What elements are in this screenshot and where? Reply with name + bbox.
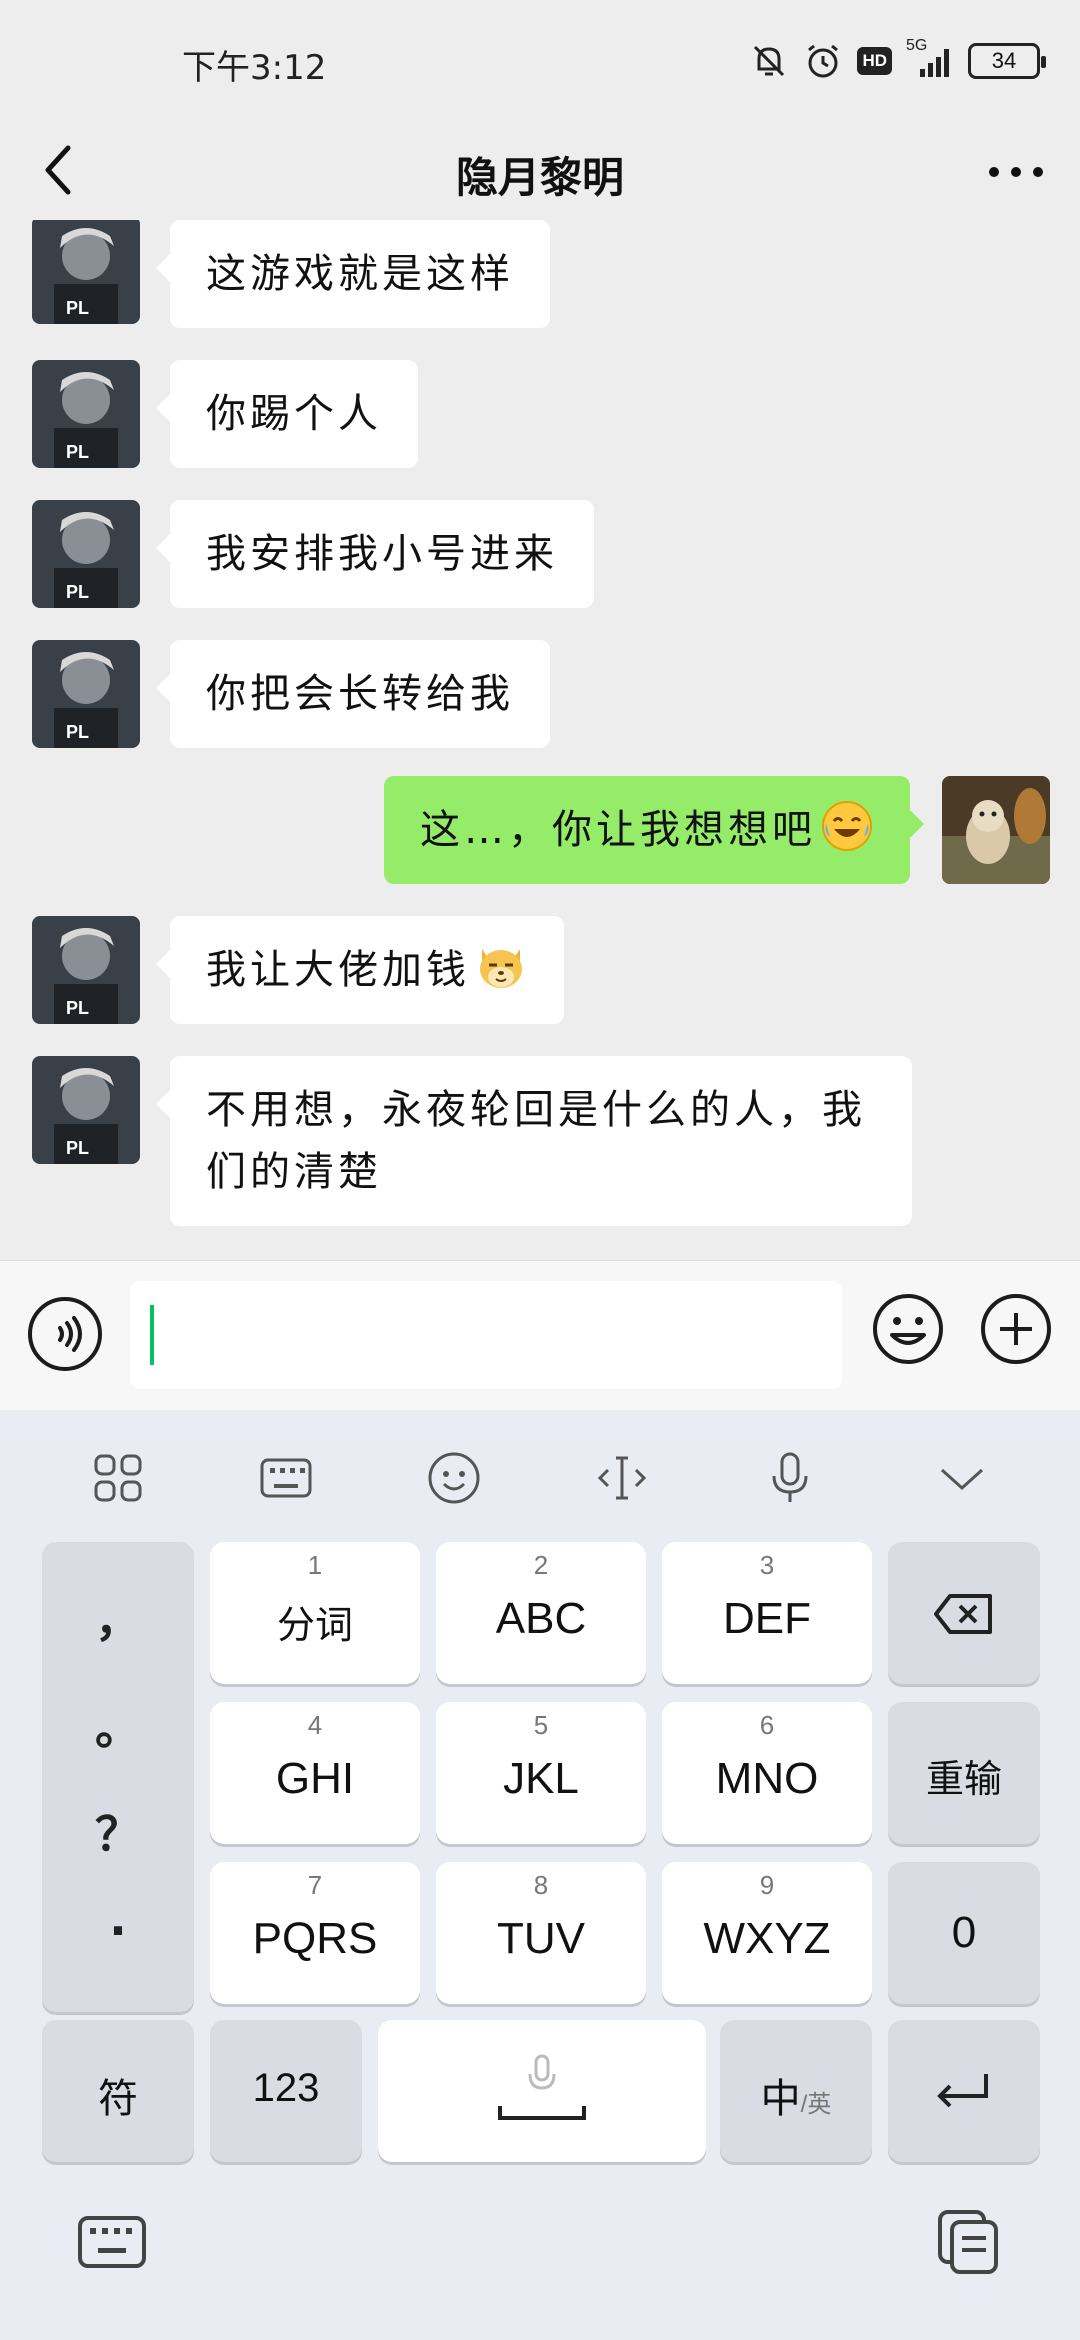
- keyboard-icon: [260, 1458, 312, 1498]
- backspace-key[interactable]: [888, 1542, 1040, 1684]
- punctuation-column[interactable]: ， 。 ？ .: [42, 1542, 194, 2012]
- smiley-icon: [873, 1294, 943, 1364]
- key-7[interactable]: 7 PQRS: [210, 1862, 420, 2004]
- text-cursor-icon: [597, 1456, 647, 1500]
- system-nav-bar: [0, 2170, 1080, 2340]
- punct-dot[interactable]: .: [42, 1892, 194, 1946]
- zero-key[interactable]: 0: [888, 1862, 1040, 2004]
- status-bar: 下午3:12 HD 5G 34: [0, 0, 1080, 120]
- signal-bars-icon: [920, 49, 949, 77]
- contact-avatar[interactable]: PL: [32, 360, 140, 468]
- my-avatar[interactable]: [942, 776, 1050, 884]
- microphone-icon: [772, 1452, 808, 1502]
- keyboard-icon: [78, 2216, 146, 2268]
- more-actions-button[interactable]: [978, 1291, 1054, 1367]
- space-key[interactable]: [378, 2020, 706, 2162]
- status-time: 下午3:12: [182, 48, 327, 88]
- message-input[interactable]: [130, 1281, 842, 1389]
- key-4[interactable]: 4 GHI: [210, 1702, 420, 1844]
- message-bubble-outgoing[interactable]: 这…，你让我想想吧: [384, 776, 924, 884]
- enter-arrow-icon: [937, 2074, 988, 2108]
- chat-header: 隐月黎明: [0, 120, 1080, 220]
- clipboard-icon: [938, 2210, 998, 2274]
- number-switch-key[interactable]: 123: [210, 2020, 362, 2162]
- input-bar: [0, 1260, 1080, 1410]
- chevron-down-icon: [940, 1468, 984, 1491]
- contact-avatar[interactable]: PL: [32, 640, 140, 748]
- more-options-button[interactable]: [984, 142, 1048, 202]
- status-icons: HD 5G 34: [749, 36, 1046, 86]
- svg-text:PL: PL: [66, 442, 89, 462]
- alarm-icon: [808, 44, 839, 78]
- message-text: 你踢个人: [206, 391, 382, 437]
- punct-comma[interactable]: ，: [42, 1584, 194, 1650]
- backspace-icon: [934, 1594, 992, 1634]
- mute-bell-icon: [754, 45, 785, 77]
- message-text: 我安排我小号进来: [206, 531, 558, 577]
- signal-indicator: 5G: [906, 37, 954, 81]
- contact-avatar[interactable]: PL: [32, 1056, 140, 1164]
- battery-indicator: 34: [968, 43, 1046, 79]
- space-mic-icon: [498, 2054, 586, 2120]
- doge-emoji-icon: [480, 949, 522, 988]
- voice-typing-button[interactable]: [758, 1446, 822, 1510]
- svg-text:PL: PL: [66, 1138, 89, 1158]
- key-8[interactable]: 8 TUV: [436, 1862, 646, 2004]
- message-text: 这游戏就是这样: [206, 251, 514, 297]
- key-1[interactable]: 1 分词: [210, 1542, 420, 1684]
- apps-grid-button[interactable]: [86, 1446, 150, 1510]
- svg-text:PL: PL: [66, 722, 89, 742]
- keyboard-layout-button[interactable]: [254, 1446, 318, 1510]
- hide-keyboard-button[interactable]: [930, 1446, 994, 1510]
- language-switch-key[interactable]: 中/英: [720, 2020, 872, 2162]
- message-list[interactable]: PL 这游戏就是这样 PL 你踢个人 PL 我安排我小号进来 PL 你把会长转给…: [0, 220, 1080, 1260]
- emoji-button[interactable]: [870, 1291, 946, 1367]
- chat-title: 隐月黎明: [455, 153, 624, 202]
- plus-circle-icon: [981, 1294, 1051, 1364]
- message-text: 这…，你让我想想吧: [420, 807, 816, 853]
- svg-text:PL: PL: [66, 298, 89, 318]
- laughing-crying-emoji-icon: [822, 801, 872, 851]
- svg-text:PL: PL: [66, 998, 89, 1018]
- key-5[interactable]: 5 JKL: [436, 1702, 646, 1844]
- message-bubble[interactable]: 我安排我小号进来: [156, 500, 594, 608]
- text-caret: [150, 1305, 154, 1365]
- key-3[interactable]: 3 DEF: [662, 1542, 872, 1684]
- key-2[interactable]: 2 ABC: [436, 1542, 646, 1684]
- contact-avatar[interactable]: PL: [32, 500, 140, 608]
- message-bubble[interactable]: 这游戏就是这样: [156, 220, 550, 328]
- punct-question[interactable]: ？: [42, 1798, 194, 1864]
- message-text: 不用想，永夜轮回是什么的人，我们的清楚: [206, 1087, 866, 1195]
- voice-input-button[interactable]: [28, 1297, 102, 1371]
- voice-wave-icon: [58, 1316, 82, 1352]
- smile-icon: [428, 1452, 480, 1504]
- emoji-panel-button[interactable]: [422, 1446, 486, 1510]
- punct-period[interactable]: 。: [42, 1692, 194, 1758]
- message-bubble[interactable]: 你把会长转给我: [156, 640, 550, 748]
- contact-avatar[interactable]: PL: [32, 916, 140, 1024]
- grid-icon: [94, 1454, 142, 1502]
- message-bubble[interactable]: 不用想，永夜轮回是什么的人，我们的清楚: [156, 1056, 912, 1226]
- hd-badge: HD: [857, 47, 892, 75]
- clipboard-button[interactable]: [932, 2206, 1004, 2278]
- keyboard-toolbar: [0, 1410, 1080, 1540]
- reinput-key[interactable]: 重输: [888, 1702, 1040, 1844]
- message-text: 你把会长转给我: [206, 671, 514, 717]
- svg-text:PL: PL: [66, 582, 89, 602]
- symbols-key[interactable]: 符: [42, 2020, 194, 2162]
- enter-key[interactable]: [888, 2020, 1040, 2162]
- message-bubble[interactable]: 我让大佬加钱: [156, 916, 564, 1024]
- cursor-edit-button[interactable]: [590, 1446, 654, 1510]
- key-6[interactable]: 6 MNO: [662, 1702, 872, 1844]
- more-dots-icon: [989, 167, 1043, 177]
- message-text: 我让大佬加钱: [206, 947, 470, 993]
- switch-keyboard-button[interactable]: [76, 2210, 148, 2274]
- contact-avatar[interactable]: PL: [32, 220, 140, 324]
- key-9[interactable]: 9 WXYZ: [662, 1862, 872, 2004]
- message-bubble[interactable]: 你踢个人: [156, 360, 418, 468]
